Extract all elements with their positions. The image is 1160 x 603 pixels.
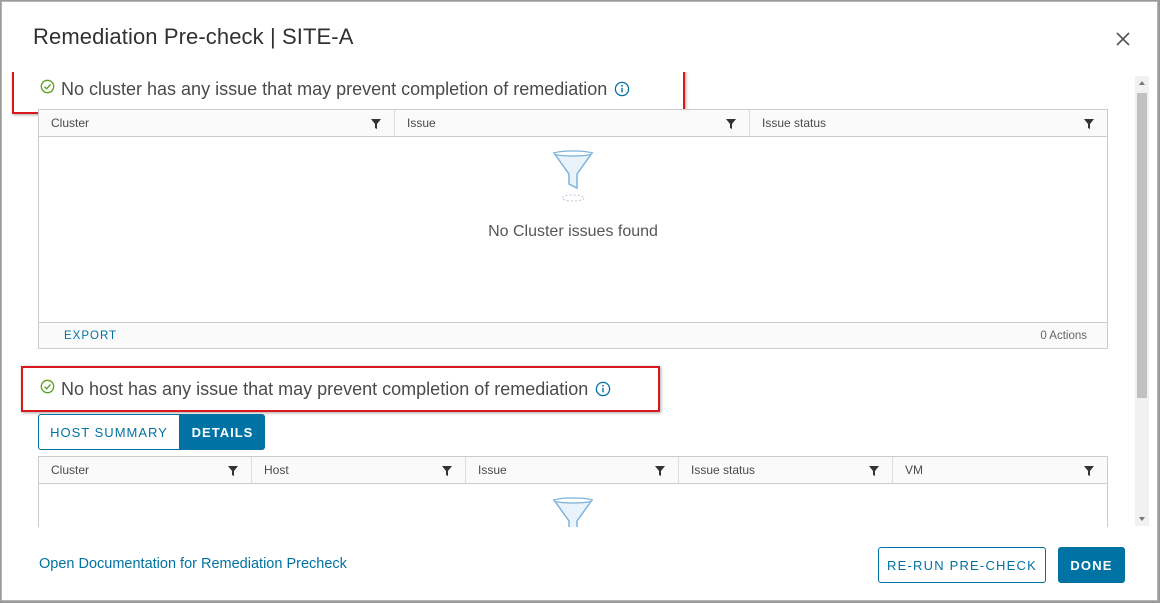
host-status-banner: No host has any issue that may prevent c… [21, 366, 660, 412]
cluster-issues-grid: Cluster Issue Issue status No Cluster is… [38, 109, 1108, 349]
funnel-icon [552, 150, 594, 202]
cluster-status-banner: No cluster has any issue that may preven… [12, 72, 685, 114]
rerun-precheck-button[interactable]: RE-RUN PRE-CHECK [878, 547, 1046, 583]
empty-placeholder [39, 497, 1107, 527]
close-icon[interactable] [1112, 28, 1134, 50]
dialog-title: Remediation Pre-check | SITE-A [33, 24, 354, 49]
funnel-icon [552, 497, 594, 527]
host-view-tabs: HOST SUMMARY DETAILS [38, 414, 265, 450]
filter-icon[interactable] [1084, 119, 1094, 129]
empty-placeholder: No Cluster issues found [39, 150, 1107, 241]
filter-icon[interactable] [1084, 466, 1094, 476]
scroll-down-arrow-icon[interactable] [1135, 512, 1149, 526]
empty-message: No Cluster issues found [488, 223, 658, 240]
info-icon[interactable] [614, 81, 630, 97]
done-button[interactable]: DONE [1058, 547, 1125, 583]
filter-icon[interactable] [655, 466, 665, 476]
column-header-issue-status[interactable]: Issue status [679, 457, 893, 483]
vertical-scrollbar[interactable] [1135, 76, 1149, 526]
host-issues-grid: Cluster Host Issue Issue status VM [38, 456, 1108, 527]
actions-count: 0 Actions [1040, 329, 1087, 342]
grid-header: Cluster Issue Issue status [39, 110, 1107, 137]
grid-footer: EXPORT 0 Actions [39, 322, 1107, 348]
column-header-issue[interactable]: Issue [395, 110, 750, 136]
filter-icon[interactable] [442, 466, 452, 476]
scroll-up-arrow-icon[interactable] [1135, 76, 1149, 90]
column-header-cluster[interactable]: Cluster [39, 457, 252, 483]
column-header-issue[interactable]: Issue [466, 457, 679, 483]
filter-icon[interactable] [726, 119, 736, 129]
column-header-host[interactable]: Host [252, 457, 466, 483]
check-circle-icon [40, 379, 55, 399]
column-header-issue-status[interactable]: Issue status [750, 110, 1107, 136]
filter-icon[interactable] [869, 466, 879, 476]
filter-icon[interactable] [371, 119, 381, 129]
scrollbar-thumb[interactable] [1137, 93, 1147, 398]
column-header-cluster[interactable]: Cluster [39, 110, 395, 136]
host-status-text: No host has any issue that may prevent c… [61, 378, 589, 399]
remediation-precheck-dialog: Remediation Pre-check | SITE-A No cluste… [1, 1, 1158, 601]
info-icon[interactable] [595, 381, 611, 397]
tab-host-summary[interactable]: HOST SUMMARY [38, 414, 180, 450]
column-header-vm[interactable]: VM [893, 457, 1107, 483]
documentation-link[interactable]: Open Documentation for Remediation Prech… [39, 556, 347, 572]
tab-details[interactable]: DETAILS [180, 414, 265, 450]
grid-header: Cluster Host Issue Issue status VM [39, 457, 1107, 484]
dialog-content: No cluster has any issue that may preven… [2, 72, 1134, 527]
filter-icon[interactable] [228, 466, 238, 476]
export-button[interactable]: EXPORT [64, 330, 117, 342]
cluster-status-text: No cluster has any issue that may preven… [61, 78, 608, 99]
check-circle-icon [40, 79, 55, 99]
